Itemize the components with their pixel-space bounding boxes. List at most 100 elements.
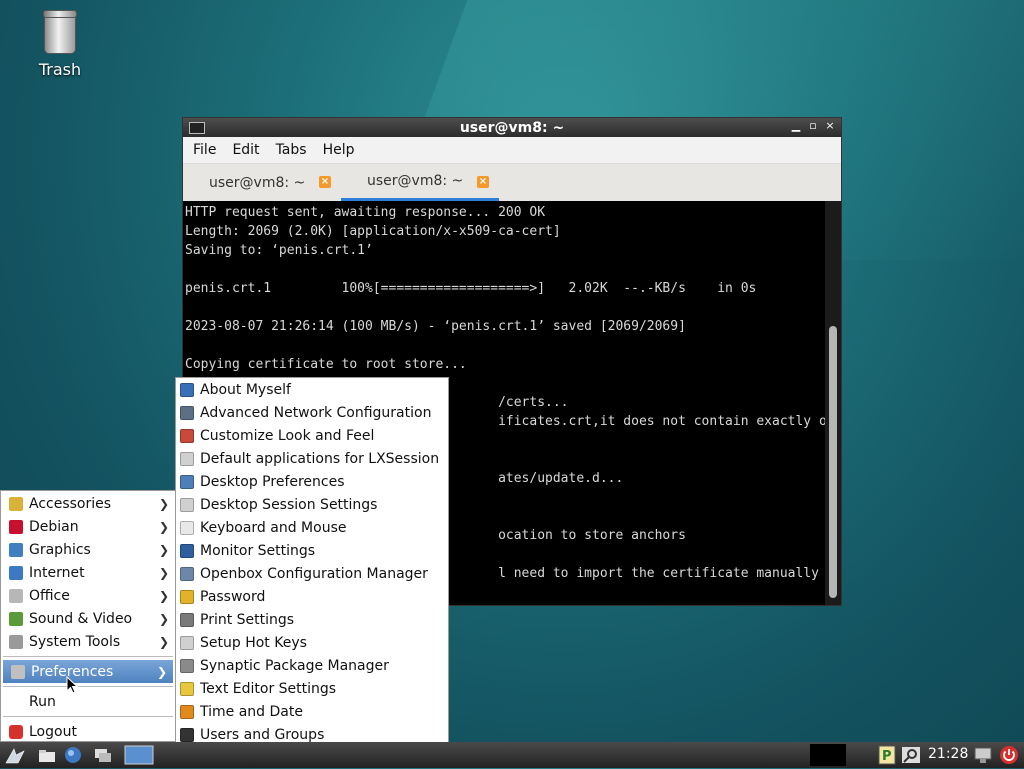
window-titlebar[interactable]: user@vm8: ~ ▁ ▫ × (183, 118, 841, 137)
clock-icon (180, 704, 194, 719)
accessories-icon (9, 496, 23, 511)
menu-item-run[interactable]: Run (1, 690, 175, 713)
menu-edit[interactable]: Edit (224, 142, 267, 158)
text-editor-icon (180, 681, 194, 696)
menu-help[interactable]: Help (315, 142, 363, 158)
package-updates-icon[interactable]: P (876, 745, 898, 765)
submenu-item-label: Setup Hot Keys (200, 634, 307, 651)
submenu-item-setup-hot-keys[interactable]: Setup Hot Keys (176, 631, 448, 654)
clock[interactable]: 21:28 (928, 746, 968, 762)
sound-video-icon (9, 611, 23, 626)
submenu-item-keyboard-and-mouse[interactable]: Keyboard and Mouse (176, 516, 448, 539)
submenu-item-label: Users and Groups (200, 726, 325, 743)
submenu-item-label: Customize Look and Feel (200, 427, 375, 444)
menu-item-accessories[interactable]: Accessories ❯ (1, 492, 175, 515)
workspace-switcher-icon[interactable] (124, 745, 154, 765)
trash-desktop-icon[interactable]: Trash (30, 10, 90, 79)
openbox-icon (180, 566, 194, 581)
menu-tabs[interactable]: Tabs (268, 142, 315, 158)
office-icon (9, 588, 23, 603)
menu-item-sound-video[interactable]: Sound & Video ❯ (1, 607, 175, 630)
submenu-item-advanced-network-configuration[interactable]: Advanced Network Configuration (176, 401, 448, 424)
submenu-item-desktop-preferences[interactable]: Desktop Preferences (176, 470, 448, 493)
web-browser-icon[interactable] (62, 745, 84, 765)
menu-bar: File Edit Tabs Help (183, 137, 841, 164)
submenu-item-label: Monitor Settings (200, 542, 316, 559)
menu-file[interactable]: File (185, 142, 224, 158)
lock-screen-icon[interactable] (972, 745, 994, 765)
submenu-item-label: Default applications for LXSession (200, 450, 440, 467)
terminal-line: Length: 2069 (2.0K) [application/x-x509-… (185, 224, 561, 239)
submenu-item-label: Desktop Preferences (200, 473, 345, 490)
chevron-right-icon: ❯ (158, 588, 169, 603)
terminal-scrollbar[interactable] (825, 201, 841, 605)
menu-item-internet[interactable]: Internet ❯ (1, 561, 175, 584)
session-settings-icon (180, 497, 194, 512)
mouse-cursor-icon (66, 676, 78, 694)
taskbar: P 21:28 (0, 742, 1024, 768)
submenu-item-label: Openbox Configuration Manager (200, 565, 428, 582)
window-title: user@vm8: ~ (459, 119, 565, 136)
chevron-right-icon: ❯ (158, 565, 169, 580)
submenu-item-password[interactable]: Password (176, 585, 448, 608)
keyboard-mouse-icon (180, 520, 194, 535)
submenu-item-synaptic-package-manager[interactable]: Synaptic Package Manager (176, 654, 448, 677)
submenu-item-label: Synaptic Package Manager (200, 657, 389, 674)
submenu-item-label: Desktop Session Settings (200, 496, 378, 513)
submenu-item-label: Keyboard and Mouse (200, 519, 347, 536)
menu-item-label: Accessories (29, 495, 112, 512)
menu-item-label: Office (29, 587, 70, 604)
menu-item-label: Internet (29, 564, 85, 581)
tab-close-icon[interactable]: × (477, 176, 489, 188)
minimize-windows-icon[interactable] (92, 745, 114, 765)
application-menu: Accessories ❯ Debian ❯ Graphics ❯ Internet ❯ Off… (0, 490, 176, 742)
scrollbar-thumb[interactable] (829, 326, 837, 598)
preferences-icon (11, 664, 25, 679)
trash-icon (43, 10, 77, 54)
submenu-item-label: Time and Date (200, 703, 303, 720)
terminal-line: Saving to: ‘penis.crt.1’ (185, 243, 373, 258)
power-icon[interactable] (998, 745, 1020, 765)
file-manager-icon[interactable] (36, 745, 58, 765)
chevron-right-icon: ❯ (158, 519, 169, 534)
about-myself-icon (180, 382, 194, 397)
close-button[interactable]: × (823, 119, 837, 132)
menu-item-logout[interactable]: Logout (1, 720, 175, 743)
submenu-item-about-myself[interactable]: About Myself (176, 378, 448, 401)
terminal-line: Copying certificate to root store... (185, 357, 467, 372)
menu-item-debian[interactable]: Debian ❯ (1, 515, 175, 538)
menu-item-graphics[interactable]: Graphics ❯ (1, 538, 175, 561)
menu-launcher-icon[interactable] (4, 745, 26, 765)
menu-item-label: Sound & Video (29, 610, 133, 627)
submenu-item-label: Advanced Network Configuration (200, 404, 432, 421)
submenu-item-text-editor-settings[interactable]: Text Editor Settings (176, 677, 448, 700)
submenu-item-default-applications-for-lxsession[interactable]: Default applications for LXSession (176, 447, 448, 470)
menu-item-preferences[interactable]: Preferences ❯ (3, 660, 173, 683)
search-icon[interactable] (900, 745, 922, 765)
menu-item-system-tools[interactable]: System Tools ❯ (1, 630, 175, 653)
look-feel-icon (180, 428, 194, 443)
users-icon (180, 727, 194, 742)
menu-item-label: Debian (29, 518, 79, 535)
graphics-icon (9, 542, 23, 557)
submenu-item-label: Password (200, 588, 266, 605)
submenu-item-desktop-session-settings[interactable]: Desktop Session Settings (176, 493, 448, 516)
menu-item-office[interactable]: Office ❯ (1, 584, 175, 607)
submenu-item-openbox-configuration-manager[interactable]: Openbox Configuration Manager (176, 562, 448, 585)
trash-label: Trash (38, 60, 82, 79)
chevron-right-icon: ❯ (158, 542, 169, 557)
tab-close-icon[interactable]: × (319, 176, 331, 188)
tab-2[interactable]: user@vm8: ~ × (341, 164, 499, 201)
menu-separator (3, 716, 173, 717)
logout-icon (9, 724, 23, 739)
maximize-button[interactable]: ▫ (806, 119, 820, 132)
submenu-item-monitor-settings[interactable]: Monitor Settings (176, 539, 448, 562)
terminal-line: penis.crt.1 100%[===================>] 2… (185, 281, 757, 296)
printer-icon (180, 612, 194, 627)
submenu-item-customize-look-and-feel[interactable]: Customize Look and Feel (176, 424, 448, 447)
submenu-item-time-and-date[interactable]: Time and Date (176, 700, 448, 723)
minimize-button[interactable]: ▁ (789, 119, 803, 132)
tab-1[interactable]: user@vm8: ~ × (183, 164, 341, 201)
submenu-item-print-settings[interactable]: Print Settings (176, 608, 448, 631)
